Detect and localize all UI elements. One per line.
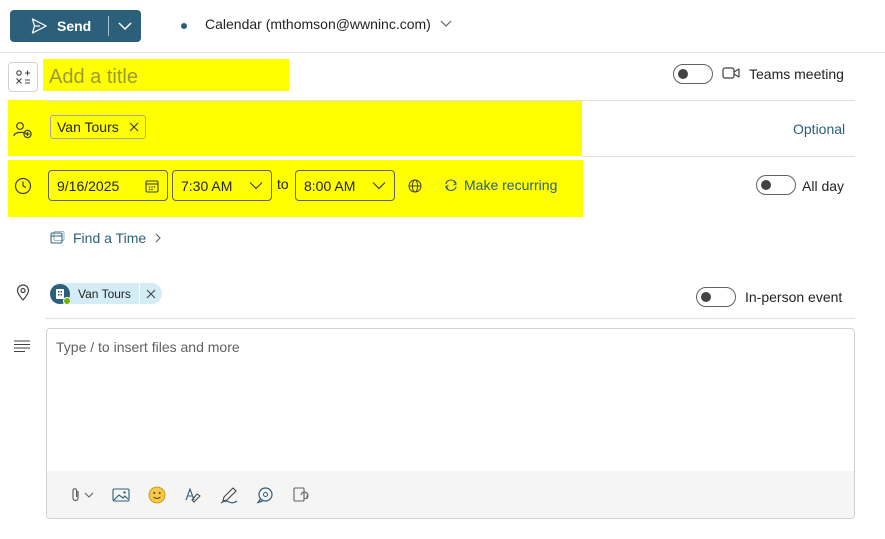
people-add-icon xyxy=(12,119,34,141)
send-main[interactable]: Send xyxy=(10,10,108,42)
chat-icon xyxy=(256,486,273,504)
video-icon xyxy=(722,66,740,83)
chevron-right-icon xyxy=(155,233,161,243)
location-icon xyxy=(14,283,32,301)
send-button[interactable]: Send xyxy=(10,10,141,42)
location-divider xyxy=(45,318,855,319)
in-person-toggle[interactable] xyxy=(696,287,736,307)
loop-icon xyxy=(293,486,309,502)
in-person-label: In-person event xyxy=(745,289,843,305)
start-time-dropdown[interactable]: 7:30 AM xyxy=(172,170,272,201)
attach-button[interactable] xyxy=(63,480,103,510)
title-divider xyxy=(45,100,855,101)
make-recurring-label: Make recurring xyxy=(464,177,558,193)
find-a-time-label: Find a Time xyxy=(73,230,147,246)
calendar-find-icon xyxy=(50,231,65,244)
loop-button[interactable] xyxy=(283,480,319,510)
all-day-toggle[interactable] xyxy=(756,175,796,195)
start-date-value: 9/16/2025 xyxy=(57,177,120,194)
end-time-value: 8:00 AM xyxy=(304,177,356,194)
attendee-chip[interactable]: Van Tours xyxy=(50,115,146,139)
all-day-label: All day xyxy=(802,178,845,194)
dismiss-icon[interactable] xyxy=(129,122,139,132)
attendee-chip-label: Van Tours xyxy=(57,119,119,135)
find-a-time-button[interactable]: Find a Time xyxy=(50,230,162,246)
calendar-icon[interactable] xyxy=(145,179,159,193)
recur-icon xyxy=(445,179,457,191)
emoji-icon xyxy=(148,486,166,503)
end-time-dropdown[interactable]: 8:00 AM xyxy=(295,170,395,201)
draw-icon xyxy=(220,486,238,503)
title-input[interactable] xyxy=(49,66,279,89)
chevron-down-icon xyxy=(440,20,452,27)
clock-icon xyxy=(12,175,34,197)
globe-icon[interactable] xyxy=(407,178,423,194)
format-button[interactable] xyxy=(175,480,211,510)
to-label: to xyxy=(277,176,289,192)
attach-icon xyxy=(72,487,94,501)
send-label: Send xyxy=(57,18,92,34)
send-icon xyxy=(31,18,47,34)
location-chip[interactable]: Van Tours xyxy=(50,283,162,305)
insert-image-button[interactable] xyxy=(103,480,139,510)
header-divider xyxy=(0,52,885,53)
calendar-color-dot xyxy=(181,23,187,29)
draw-button[interactable] xyxy=(211,480,247,510)
dismiss-icon[interactable] xyxy=(146,289,156,299)
emoji-button[interactable] xyxy=(139,480,175,510)
attendees-divider xyxy=(582,156,855,157)
teams-meeting-toggle[interactable] xyxy=(673,64,713,84)
optional-link[interactable]: Optional xyxy=(793,121,845,137)
chat-button[interactable] xyxy=(247,480,283,510)
teams-meeting-label: Teams meeting xyxy=(749,66,844,82)
send-options-button[interactable] xyxy=(109,10,141,42)
start-time-value: 7:30 AM xyxy=(181,177,233,194)
presence-indicator xyxy=(63,296,71,305)
chevron-down-icon xyxy=(249,182,263,190)
calendar-selector[interactable]: Calendar (mthomson@wwninc.com) xyxy=(205,16,452,32)
start-date-field[interactable]: 9/16/2025 xyxy=(48,170,168,201)
message-editor[interactable]: Type / to insert files and more xyxy=(46,328,855,519)
location-chip-divider xyxy=(138,283,140,304)
image-icon xyxy=(112,487,130,502)
editor-toolbar xyxy=(47,471,854,518)
calendar-label: Calendar (mthomson@wwninc.com) xyxy=(205,16,431,32)
location-chip-label: Van Tours xyxy=(78,286,131,301)
text-lines-icon xyxy=(13,339,31,355)
editor-placeholder: Type / to insert files and more xyxy=(56,339,240,355)
make-recurring-button[interactable]: Make recurring xyxy=(444,177,557,193)
chevron-down-icon xyxy=(118,22,132,31)
chevron-down-icon xyxy=(372,182,386,190)
avatar xyxy=(50,283,71,305)
form-picker-button[interactable] xyxy=(8,62,38,92)
format-icon xyxy=(185,486,201,503)
form-icon xyxy=(16,70,30,84)
